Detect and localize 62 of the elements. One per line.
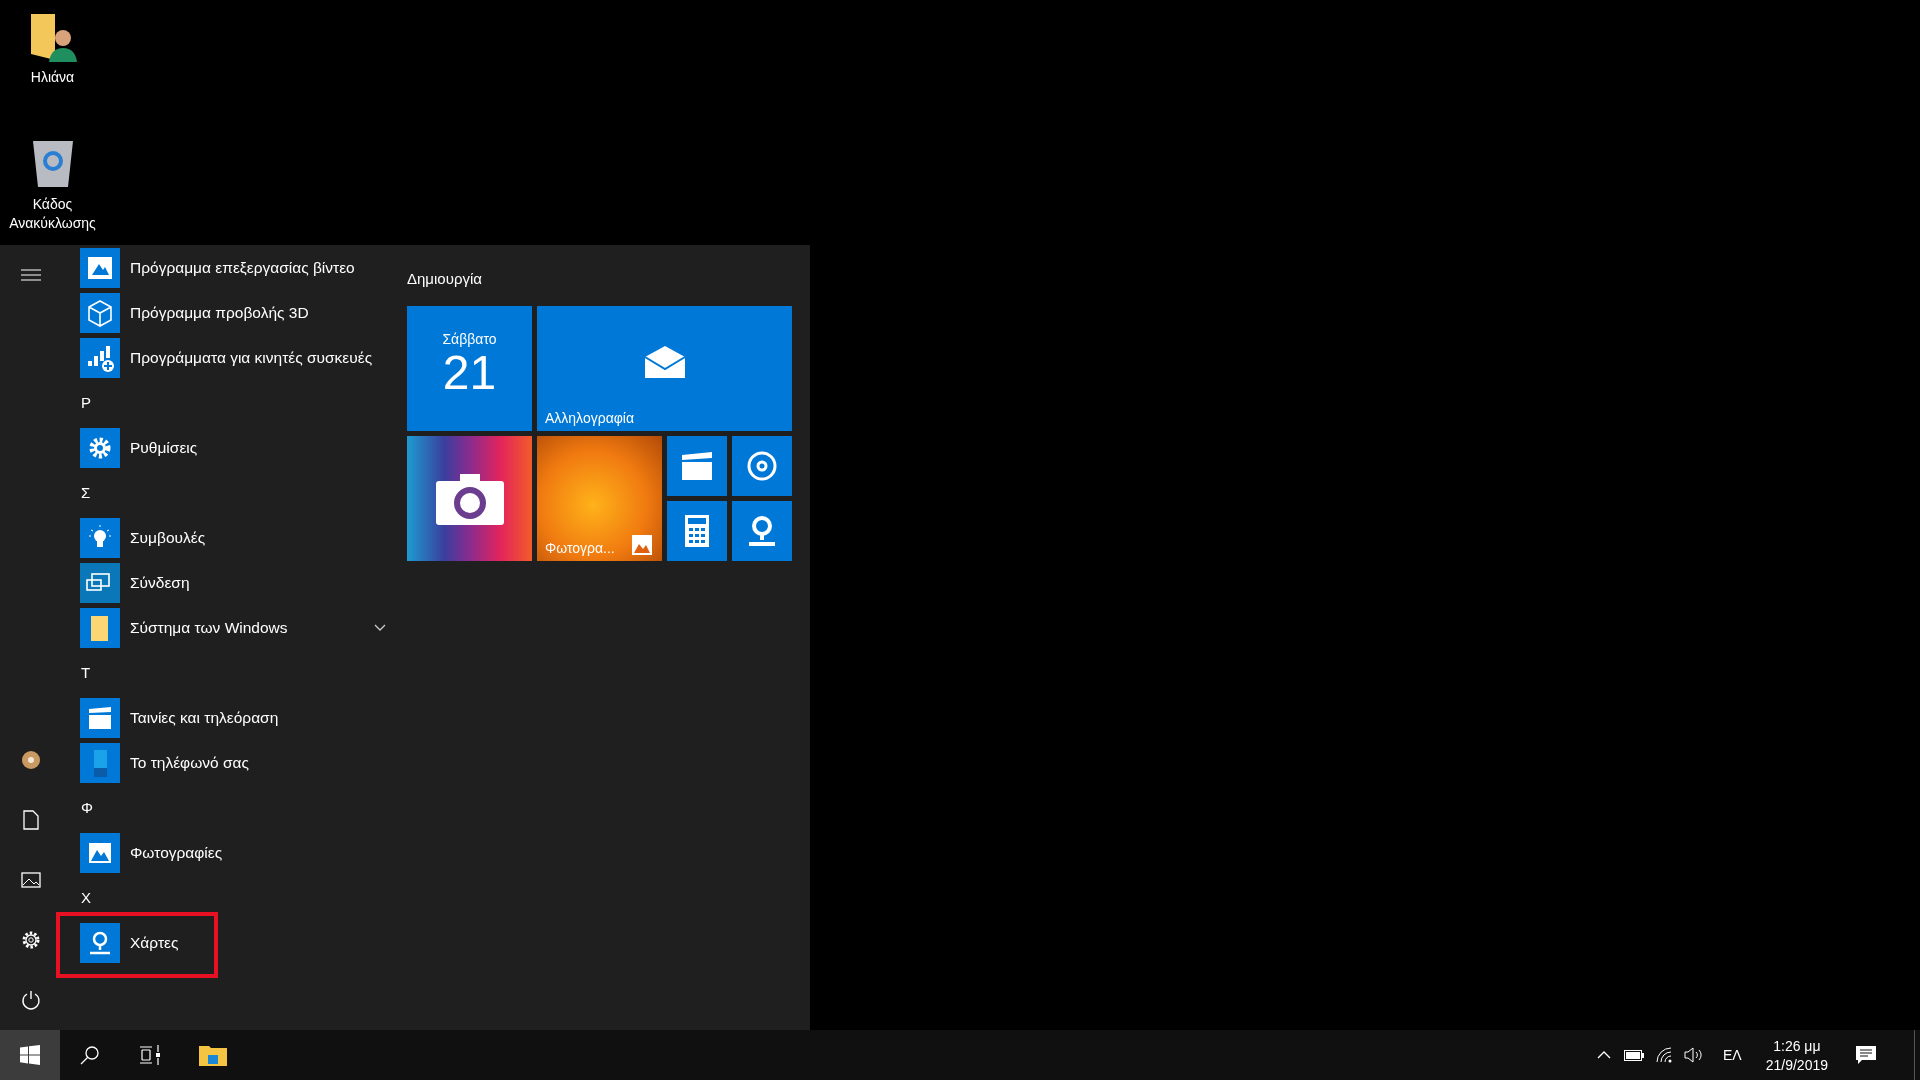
- notification-icon: [1856, 1046, 1876, 1064]
- folder-icon: [80, 607, 120, 648]
- camera-icon: [435, 472, 504, 525]
- desktop-shortcut[interactable]: Κάδος Ανακύκλωσης: [0, 137, 105, 233]
- app-list-item[interactable]: Πρόγραμμα επεξεργασίας βίντεο: [80, 245, 390, 290]
- folder-list-item[interactable]: Σύστημα των Windows: [80, 605, 390, 650]
- section-letter[interactable]: Ρ: [80, 380, 91, 425]
- picture-icon: [80, 832, 120, 873]
- calendar-tile[interactable]: Σάββατο 21: [407, 306, 532, 431]
- maps-tile[interactable]: [732, 501, 792, 561]
- user-avatar-icon: [20, 750, 42, 770]
- app-list-item[interactable]: Χάρτες: [80, 920, 390, 965]
- app-list-item[interactable]: Ρυθμίσεις: [80, 425, 390, 470]
- start-button[interactable]: [0, 1030, 60, 1080]
- section-letter[interactable]: Φ: [80, 785, 93, 830]
- gear-icon: [80, 427, 120, 468]
- clapperboard-icon: [80, 697, 120, 738]
- speaker-icon: [1684, 1047, 1704, 1063]
- mail-tile[interactable]: Αλληλογραφία: [537, 306, 792, 431]
- document-icon: [23, 810, 39, 830]
- app-list-item[interactable]: Συμβουλές: [80, 515, 390, 560]
- section-letter[interactable]: Τ: [80, 650, 91, 695]
- section-letter[interactable]: Χ: [80, 875, 91, 920]
- app-list-item[interactable]: Προγράμματα για κινητές συσκευές: [80, 335, 390, 380]
- caret-up-icon: [1597, 1051, 1611, 1059]
- envelope-icon: [643, 344, 686, 379]
- map-pin-icon: [80, 922, 120, 963]
- clapperboard-icon: [682, 452, 712, 480]
- movies-tile[interactable]: [667, 436, 727, 496]
- app-list-item[interactable]: Ταινίες και τηλεόραση: [80, 695, 390, 740]
- app-list-item[interactable]: Το τηλέφωνό σας: [80, 740, 390, 785]
- language-indicator[interactable]: ΕΛ: [1709, 1030, 1756, 1080]
- phone-icon: [80, 742, 120, 783]
- disc-icon: [746, 450, 778, 482]
- signal-bars-plus-icon: [80, 337, 120, 378]
- picture-icon: [21, 872, 41, 888]
- music-disc-tile[interactable]: [732, 436, 792, 496]
- settings-icon: [21, 930, 41, 950]
- calculator-icon: [685, 515, 709, 547]
- camera-tile[interactable]: [407, 436, 532, 561]
- cube-icon: [80, 292, 120, 333]
- battery-icon: [1624, 1049, 1644, 1061]
- desktop-shortcut[interactable]: Ηλιάνα: [0, 10, 105, 87]
- lightbulb-icon: [80, 517, 120, 558]
- search-icon: [80, 1045, 100, 1065]
- calculator-tile[interactable]: [667, 501, 727, 561]
- clock-button[interactable]: 1:26 μμ 21/9/2019: [1755, 1030, 1838, 1080]
- app-list-item[interactable]: Σύνδεση: [80, 560, 390, 605]
- menu-icon: [21, 269, 41, 281]
- wifi-icon: [1656, 1047, 1672, 1063]
- section-letter[interactable]: Σ: [80, 470, 91, 515]
- power-icon: [21, 990, 41, 1010]
- app-list-item[interactable]: Πρόγραμμα προβολής 3D: [80, 290, 390, 335]
- picture-icon: [632, 535, 652, 555]
- map-pin-icon: [746, 514, 778, 548]
- task-view-icon: [139, 1045, 161, 1065]
- folder-icon: [198, 1044, 227, 1066]
- chevron-down-icon: [374, 623, 386, 632]
- tile-group-title: Δημιουργία: [407, 270, 483, 289]
- app-list-item[interactable]: Φωτογραφίες: [80, 830, 390, 875]
- screen-cast-icon: [80, 562, 120, 603]
- windows-logo-icon: [20, 1045, 40, 1065]
